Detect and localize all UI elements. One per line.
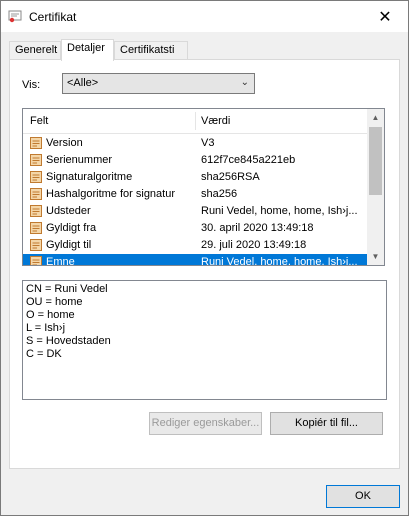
show-filter-dropdown[interactable]: <Alle> ⌄ — [62, 73, 255, 94]
list-item[interactable]: Version V3 — [23, 135, 368, 152]
column-header-value[interactable]: Værdi — [201, 115, 230, 127]
detail-line: S = Hovedstaden — [26, 335, 111, 347]
tab-detaljer[interactable]: Detaljer — [61, 39, 114, 61]
certificate-field-icon — [30, 205, 42, 217]
list-item[interactable]: Emne Runi Vedel, home, home, Ish›j... — [23, 254, 368, 266]
detail-line: C = DK — [26, 348, 62, 360]
scroll-down-icon[interactable]: ▼ — [367, 248, 384, 265]
list-header: Felt Værdi — [23, 109, 368, 134]
list-item[interactable]: Signaturalgoritme sha256RSA — [23, 169, 368, 186]
certificate-app-icon — [8, 10, 22, 23]
title-bar: Certifikat ✕ — [1, 1, 408, 32]
scroll-up-icon[interactable]: ▲ — [367, 109, 384, 126]
certificate-field-icon — [30, 154, 42, 166]
row-field-value: Runi Vedel, home, home, Ish›j... — [201, 256, 358, 266]
details-panel: Vis: <Alle> ⌄ Felt Værdi Version V3 Serien… — [9, 59, 400, 469]
close-button[interactable]: ✕ — [362, 1, 408, 32]
detail-line: OU = home — [26, 296, 83, 308]
window-title: Certifikat — [29, 10, 77, 24]
show-filter-value: <Alle> — [67, 77, 99, 89]
detail-line: CN = Runi Vedel — [26, 283, 108, 295]
certificate-field-icon — [30, 171, 42, 183]
list-rows: Version V3 Serienummer 612f7ce845a221eb Sign… — [23, 135, 368, 266]
detail-line: O = home — [26, 309, 75, 321]
field-value-detail[interactable]: CN = Runi Vedel OU = home O = home L = Ish›… — [22, 280, 387, 400]
tab-certifikatsti[interactable]: Certifikatsti — [114, 41, 188, 59]
certificate-field-icon — [30, 222, 42, 234]
certificate-dialog: Certifikat ✕ Generelt Detaljer Certifika… — [0, 0, 409, 516]
row-field-name: Emne — [46, 256, 75, 266]
row-field-name: Hashalgoritme for signatur — [46, 188, 176, 200]
row-field-value: 612f7ce845a221eb — [201, 154, 296, 166]
row-field-value: 30. april 2020 13:49:18 — [201, 222, 314, 234]
certificate-field-icon — [30, 256, 42, 265]
row-field-name: Gyldigt til — [46, 239, 92, 251]
list-item[interactable]: Serienummer 612f7ce845a221eb — [23, 152, 368, 169]
certificate-field-icon — [30, 188, 42, 200]
copy-to-file-button[interactable]: Kopiér til fil... — [270, 412, 383, 435]
ok-button[interactable]: OK — [326, 485, 400, 508]
edit-properties-button[interactable]: Rediger egenskaber... — [149, 412, 262, 435]
certificate-field-icon — [30, 239, 42, 251]
show-filter-label: Vis: — [22, 79, 41, 91]
list-item[interactable]: Hashalgoritme for signatur sha256 — [23, 186, 368, 203]
row-field-value: V3 — [201, 137, 215, 149]
row-field-name: Udsteder — [46, 205, 91, 217]
certificate-fields-list[interactable]: Felt Værdi Version V3 Serienummer 612f7ce84… — [22, 108, 385, 266]
certificate-field-icon — [30, 137, 42, 149]
list-item[interactable]: Gyldigt fra 30. april 2020 13:49:18 — [23, 220, 368, 237]
row-field-value: sha256RSA — [201, 171, 260, 183]
list-item[interactable]: Udsteder Runi Vedel, home, home, Ish›j... — [23, 203, 368, 220]
row-field-value: 29. juli 2020 13:49:18 — [201, 239, 307, 251]
list-item[interactable]: Gyldigt til 29. juli 2020 13:49:18 — [23, 237, 368, 254]
chevron-down-icon: ⌄ — [240, 77, 249, 88]
column-divider[interactable] — [195, 112, 196, 130]
list-scrollbar[interactable]: ▲ ▼ — [367, 109, 384, 265]
detail-line: L = Ish›j — [26, 322, 66, 334]
row-field-name: Version — [46, 137, 83, 149]
row-field-name: Signaturalgoritme — [46, 171, 133, 183]
scrollbar-thumb[interactable] — [369, 127, 382, 195]
row-field-value: sha256 — [201, 188, 238, 200]
row-field-name: Gyldigt fra — [46, 222, 97, 234]
close-icon: ✕ — [378, 8, 392, 26]
row-field-value: Runi Vedel, home, home, Ish›j... — [201, 205, 358, 217]
row-field-name: Serienummer — [46, 154, 113, 166]
column-header-field[interactable]: Felt — [30, 115, 48, 127]
tab-generelt[interactable]: Generelt — [9, 41, 61, 59]
